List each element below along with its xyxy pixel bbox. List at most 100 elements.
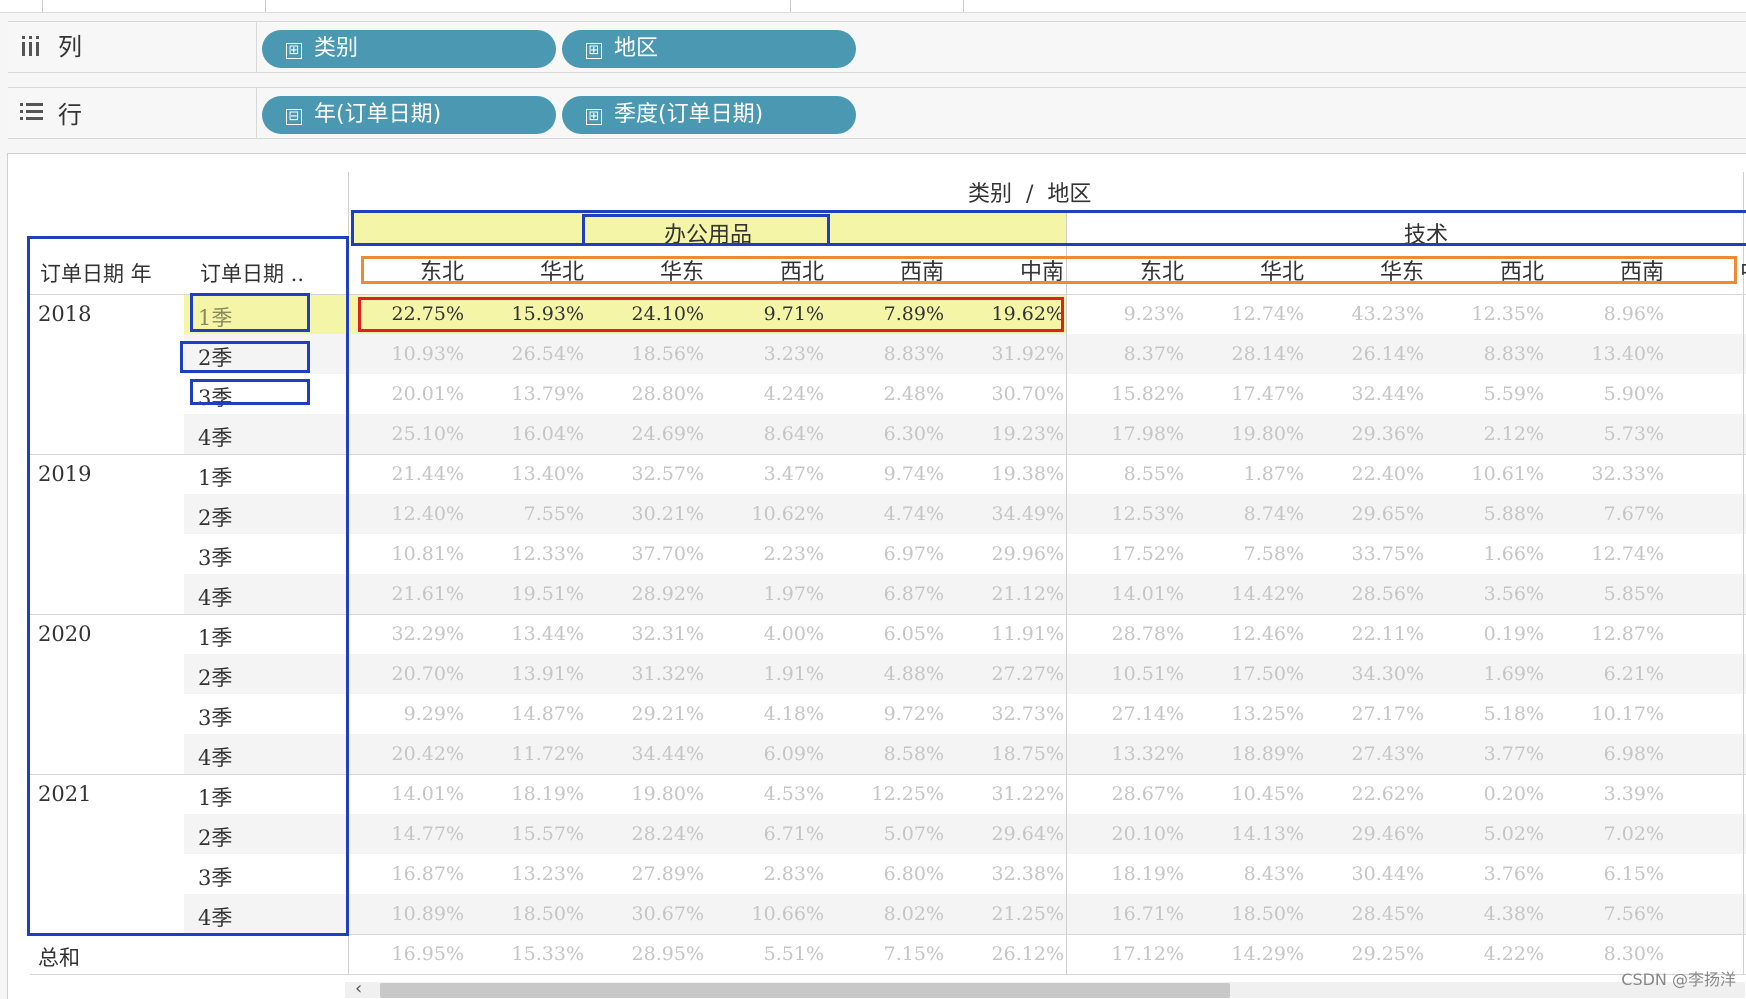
table-cell[interactable]: 2.12%	[1430, 414, 1550, 454]
table-cell[interactable]: 29.46%	[1310, 814, 1430, 854]
table-cell[interactable]: 30.67%	[590, 894, 710, 934]
table-cell[interactable]: 4.24%	[710, 374, 830, 414]
table-cell[interactable]: 10.89%	[350, 894, 470, 934]
table-cell[interactable]: 34.	[1670, 774, 1746, 814]
table-cell[interactable]: 9.74%	[830, 454, 950, 494]
table-cell[interactable]: 19.80%	[590, 774, 710, 814]
total-cell[interactable]: 4.22%	[1430, 934, 1550, 974]
pill-year[interactable]: ⊟ 年(订单日期)	[262, 96, 556, 134]
table-cell[interactable]: 7.55%	[470, 494, 590, 534]
table-cell[interactable]: 29.21%	[590, 694, 710, 734]
table-cell[interactable]: 14.01%	[1070, 574, 1190, 614]
table-cell[interactable]: 1.91%	[710, 654, 830, 694]
table-cell[interactable]: 12.25%	[830, 774, 950, 814]
table-cell[interactable]: 4.74%	[830, 494, 950, 534]
table-cell[interactable]: 6.15%	[1550, 854, 1670, 894]
table-cell[interactable]: 19.38%	[950, 454, 1070, 494]
table-cell[interactable]: 29.96%	[950, 534, 1070, 574]
table-cell[interactable]: 35.	[1670, 494, 1746, 534]
table-cell[interactable]: 5.73%	[1550, 414, 1670, 454]
table-cell[interactable]: 5.59%	[1430, 374, 1550, 414]
table-cell[interactable]: 30.70%	[950, 374, 1070, 414]
table-cell[interactable]: 43.23%	[1310, 294, 1430, 334]
table-cell[interactable]: 5.18%	[1430, 694, 1550, 734]
table-cell[interactable]: 21.12%	[950, 574, 1070, 614]
table-cell[interactable]: 22.	[1670, 374, 1746, 414]
table-cell[interactable]: 8.83%	[830, 334, 950, 374]
table-cell[interactable]: 29.65%	[1310, 494, 1430, 534]
table-cell[interactable]: 27.14%	[1070, 694, 1190, 734]
table-cell[interactable]: 0.20%	[1430, 774, 1550, 814]
table-cell[interactable]: 9.72%	[830, 694, 950, 734]
table-cell[interactable]: 10.93%	[350, 334, 470, 374]
table-cell[interactable]: 37.70%	[590, 534, 710, 574]
table-cell[interactable]: 30.21%	[590, 494, 710, 534]
table-cell[interactable]: 15.57%	[470, 814, 590, 854]
table-cell[interactable]: 3.77%	[1430, 734, 1550, 774]
table-cell[interactable]: 6.21%	[1550, 654, 1670, 694]
table-cell[interactable]: 17.	[1670, 694, 1746, 734]
table-cell[interactable]: 24.	[1670, 454, 1746, 494]
table-cell[interactable]: 32.29%	[350, 614, 470, 654]
table-cell[interactable]: 30.44%	[1310, 854, 1430, 894]
table-cell[interactable]: 14.01%	[350, 774, 470, 814]
table-cell[interactable]: 1.66%	[1430, 534, 1550, 574]
table-cell[interactable]: 17.50%	[1190, 654, 1310, 694]
table-cell[interactable]: 13.40%	[1550, 334, 1670, 374]
table-cell[interactable]: 32.38%	[950, 854, 1070, 894]
table-cell[interactable]: 6.30%	[830, 414, 950, 454]
table-cell[interactable]: 31.22%	[950, 774, 1070, 814]
table-cell[interactable]: 22.11%	[1310, 614, 1430, 654]
total-cell[interactable]: 26.12%	[950, 934, 1070, 974]
table-cell[interactable]: 33.	[1670, 854, 1746, 894]
table-cell[interactable]: 32.33%	[1550, 454, 1670, 494]
table-cell[interactable]: 6.98%	[1550, 734, 1670, 774]
table-cell[interactable]: 28.45%	[1310, 894, 1430, 934]
table-cell[interactable]: 18.89%	[1190, 734, 1310, 774]
table-cell[interactable]: 24.	[1670, 814, 1746, 854]
table-cell[interactable]: 4.18%	[710, 694, 830, 734]
table-cell[interactable]: 8.55%	[1070, 454, 1190, 494]
table-cell[interactable]: 13.91%	[470, 654, 590, 694]
table-cell[interactable]: 12.46%	[1190, 614, 1310, 654]
table-cell[interactable]: 5.02%	[1430, 814, 1550, 854]
table-cell[interactable]: 16.87%	[350, 854, 470, 894]
table-cell[interactable]: 27.89%	[590, 854, 710, 894]
pill-quarter[interactable]: ⊞ 季度(订单日期)	[562, 96, 856, 134]
table-cell[interactable]: 34.49%	[950, 494, 1070, 534]
total-cell[interactable]: 7.15%	[830, 934, 950, 974]
table-cell[interactable]: 13.79%	[470, 374, 590, 414]
table-cell[interactable]: 22.62%	[1310, 774, 1430, 814]
table-cell[interactable]: 1.87%	[1190, 454, 1310, 494]
table-cell[interactable]: 8.74%	[1190, 494, 1310, 534]
table-cell[interactable]: 8.58%	[830, 734, 950, 774]
table-cell[interactable]: 25.10%	[350, 414, 470, 454]
table-cell[interactable]: 21.25%	[950, 894, 1070, 934]
table-cell[interactable]: 24.	[1670, 894, 1746, 934]
table-cell[interactable]: 14.13%	[1190, 814, 1310, 854]
table-cell[interactable]: 32.57%	[590, 454, 710, 494]
table-cell[interactable]: 11.72%	[470, 734, 590, 774]
table-cell[interactable]: 26.	[1670, 534, 1746, 574]
table-cell[interactable]: 28.80%	[590, 374, 710, 414]
table-cell[interactable]: 32.73%	[950, 694, 1070, 734]
table-cell[interactable]: 18.50%	[470, 894, 590, 934]
table-cell[interactable]: 13.40%	[470, 454, 590, 494]
table-cell[interactable]: 5.85%	[1550, 574, 1670, 614]
table-cell[interactable]: 10.62%	[710, 494, 830, 534]
table-cell[interactable]: 19.23%	[950, 414, 1070, 454]
table-cell[interactable]: 18.19%	[1070, 854, 1190, 894]
table-cell[interactable]: 3.23%	[710, 334, 830, 374]
table-cell[interactable]: 3.47%	[710, 454, 830, 494]
table-cell[interactable]: 6.05%	[830, 614, 950, 654]
table-cell[interactable]: 12.87%	[1550, 614, 1670, 654]
table-cell[interactable]: 10.45%	[1190, 774, 1310, 814]
table-cell[interactable]: 6.71%	[710, 814, 830, 854]
total-cell[interactable]: 29.25%	[1310, 934, 1430, 974]
table-cell[interactable]: 10.61%	[1430, 454, 1550, 494]
table-cell[interactable]: 18.56%	[590, 334, 710, 374]
table-cell[interactable]: 0.19%	[1430, 614, 1550, 654]
scroll-left-icon[interactable]: ‹	[355, 978, 362, 999]
table-cell[interactable]: 10.81%	[350, 534, 470, 574]
table-cell[interactable]: 27.43%	[1310, 734, 1430, 774]
